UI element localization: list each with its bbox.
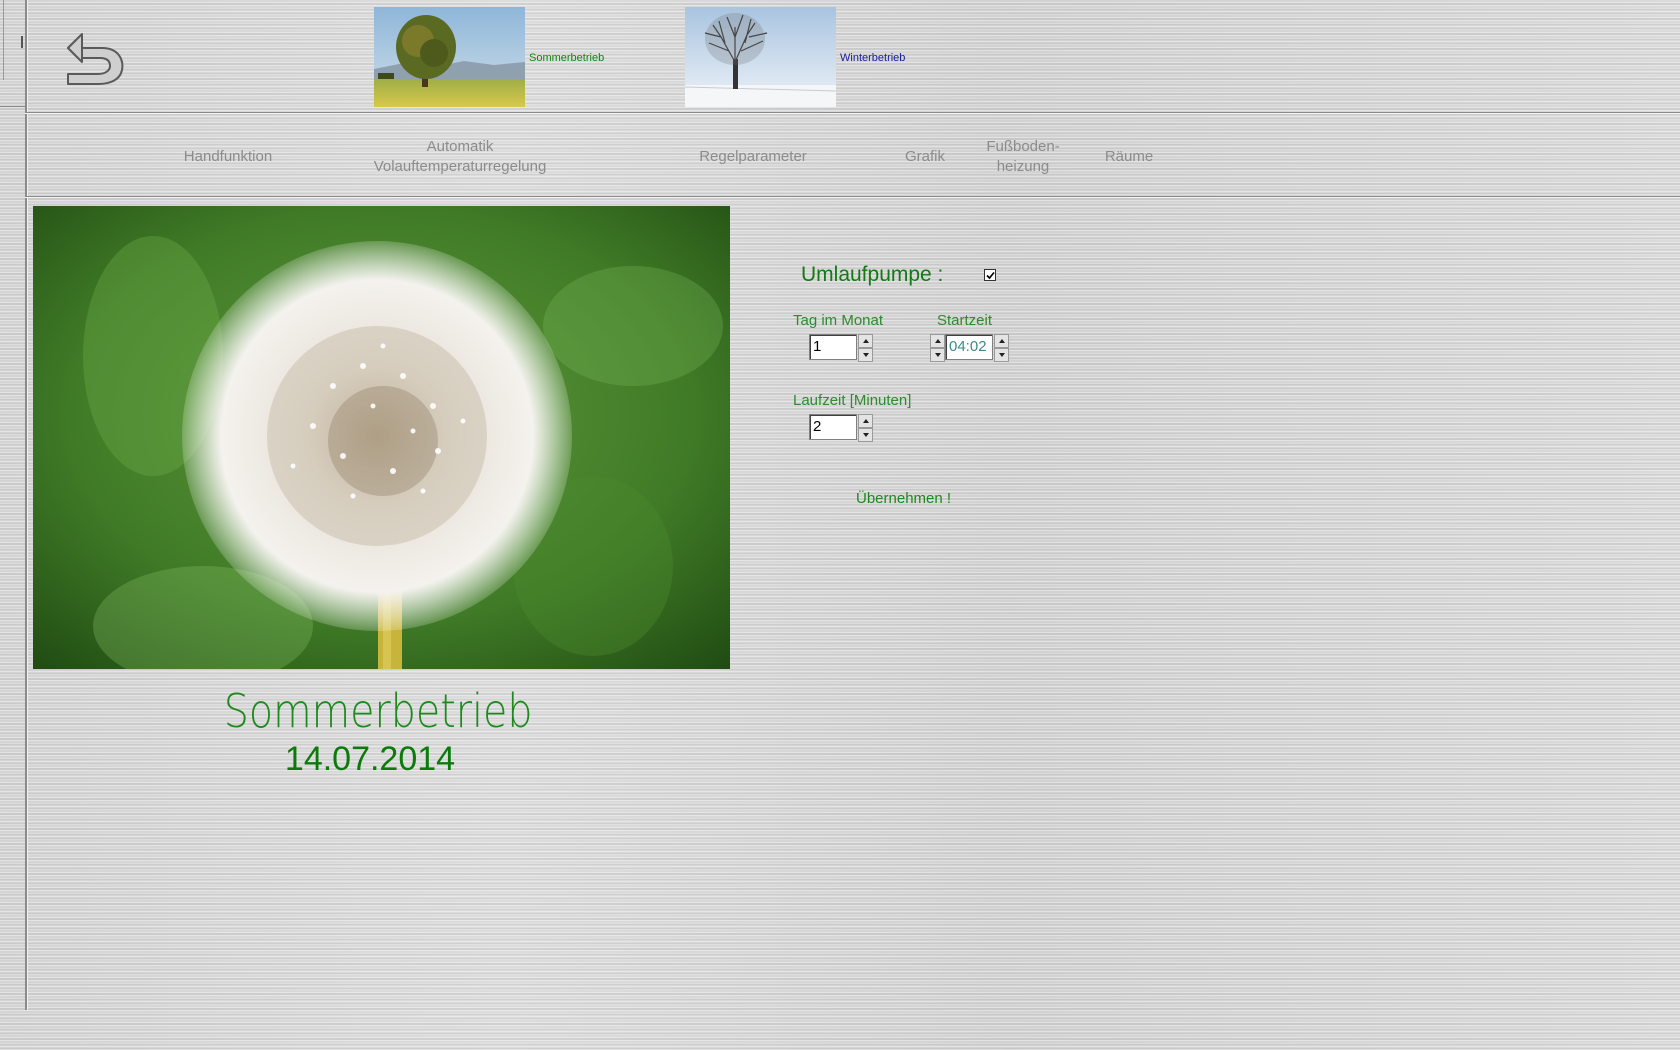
nav-grafik-label: Grafik [904, 148, 945, 165]
spin-down-icon[interactable] [930, 348, 945, 362]
runtime-spinner[interactable] [858, 414, 873, 442]
spin-down-icon[interactable] [858, 348, 873, 362]
nav-raeume[interactable]: Räume [1092, 147, 1166, 167]
day-spinner[interactable] [858, 334, 873, 362]
nav-automatik[interactable]: Automatik Volauftemperaturregelung [360, 137, 560, 177]
frame-corner-line [0, 106, 25, 107]
season-photo [33, 206, 730, 669]
nav-handfunktion-label: Handfunktion [183, 148, 273, 165]
header-divider [25, 112, 1680, 113]
frame-edge-line [3, 0, 4, 80]
back-arrow-icon [67, 33, 124, 85]
start-time-spinner-right[interactable] [994, 334, 1009, 362]
spin-down-icon[interactable] [858, 428, 873, 442]
day-input[interactable]: 1 [809, 334, 857, 360]
runtime-input[interactable]: 2 [809, 414, 857, 440]
nav-regelparameter[interactable]: Regelparameter [688, 147, 818, 167]
day-label: Tag im Monat [793, 312, 884, 329]
frame-left-line [25, 0, 27, 1010]
nav-raeume-label: Räume [1104, 148, 1154, 165]
nav-automatik-line2: Volauftemperaturregelung [373, 158, 547, 175]
nav-regelparameter-label: Regelparameter [699, 148, 807, 165]
winter-tree-image [685, 7, 836, 107]
nav-fussboden-line2: heizung [996, 158, 1050, 175]
nav-fussboden-line1: Fußboden- [986, 138, 1060, 155]
checkmark-icon [986, 271, 995, 280]
nav-grafik[interactable]: Grafik [888, 147, 962, 167]
winter-mode-thumbnail[interactable] [685, 7, 836, 107]
nav-divider [25, 196, 1680, 197]
season-date: 14.07.2014 [284, 740, 456, 778]
dandelion-image [33, 206, 730, 669]
back-button[interactable] [62, 26, 128, 88]
nav-automatik-line1: Automatik [426, 138, 494, 155]
season-title: Sommerbetrieb [223, 684, 533, 738]
start-time-spinner-left[interactable] [930, 334, 945, 362]
summer-mode-thumbnail[interactable] [374, 7, 525, 107]
start-time-input[interactable]: 04:02 [945, 334, 993, 360]
nav-fussbodenheizung[interactable]: Fußboden- heizung [978, 137, 1068, 177]
summer-tree-image [374, 7, 525, 107]
summer-mode-label[interactable]: Sommerbetrieb [529, 52, 604, 64]
spin-up-icon[interactable] [994, 334, 1009, 348]
runtime-label: Laufzeit [Minuten] [793, 392, 912, 409]
pump-checkbox[interactable] [984, 269, 996, 281]
apply-button[interactable]: Übernehmen ! [856, 490, 951, 507]
winter-mode-label[interactable]: Winterbetrieb [840, 52, 905, 64]
start-time-label: Startzeit [937, 312, 993, 329]
spin-down-icon[interactable] [994, 348, 1009, 362]
pump-label: Umlaufpumpe : [801, 263, 944, 286]
spin-up-icon[interactable] [930, 334, 945, 348]
spin-up-icon[interactable] [858, 334, 873, 348]
frame-edge-tick [21, 36, 23, 48]
spin-up-icon[interactable] [858, 414, 873, 428]
nav-handfunktion[interactable]: Handfunktion [170, 147, 286, 167]
